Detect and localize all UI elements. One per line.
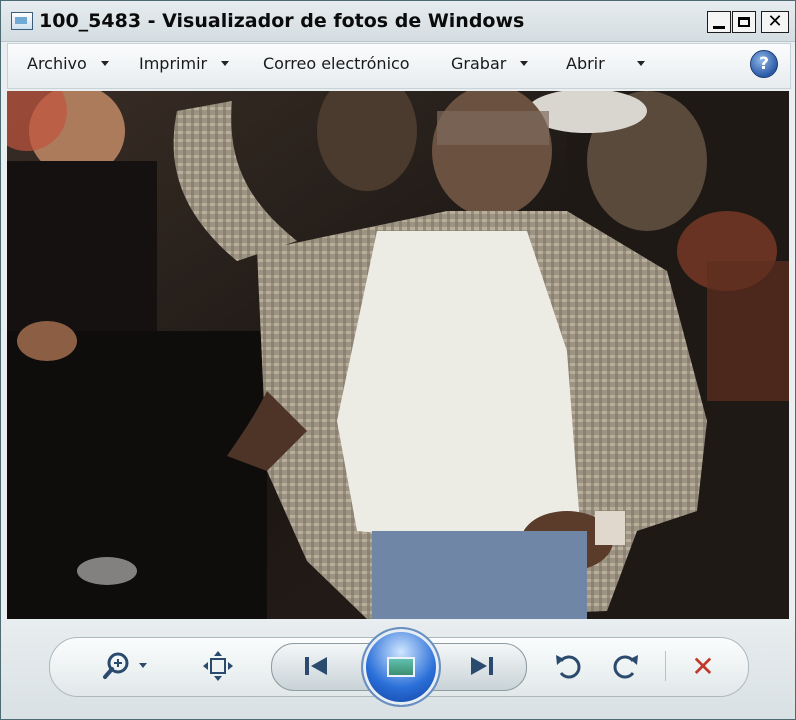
rotate-counterclockwise-icon <box>556 655 581 679</box>
menu-abrir-label: Abrir <box>566 54 605 73</box>
delete-icon: ✕ <box>691 649 715 683</box>
chevron-down-icon <box>520 61 529 66</box>
zoom-button[interactable] <box>101 649 153 683</box>
rotate-clockwise-button[interactable] <box>609 649 643 683</box>
photo-viewer-window: 100_5483 - Visualizador de fotos de Wind… <box>0 0 796 720</box>
delete-button[interactable]: ✕ <box>685 649 721 683</box>
command-bar: Archivo Imprimir Correo electrónico Grab… <box>7 43 791 89</box>
rotate-counterclockwise-button[interactable] <box>551 649 585 683</box>
actual-size-button[interactable] <box>199 649 237 683</box>
window-title: 100_5483 - Visualizador de fotos de Wind… <box>39 10 525 32</box>
toolbar-separator <box>665 651 666 681</box>
actual-size-icon <box>203 651 233 681</box>
title-bar[interactable]: 100_5483 - Visualizador de fotos de Wind… <box>1 1 795 42</box>
menu-grabar-label: Grabar <box>451 54 507 73</box>
chevron-down-icon <box>221 61 230 66</box>
minimize-button[interactable] <box>707 11 731 33</box>
maximize-button[interactable] <box>732 11 756 33</box>
help-icon[interactable]: ? <box>750 50 778 78</box>
previous-button[interactable] <box>287 649 347 683</box>
menu-archivo[interactable]: Archivo <box>27 54 109 73</box>
rotate-clockwise-icon <box>613 655 638 679</box>
photo-display[interactable] <box>7 91 789 619</box>
slideshow-button[interactable] <box>361 627 441 707</box>
magnifier-zoom-icon <box>103 652 147 679</box>
menu-archivo-label: Archivo <box>27 54 87 73</box>
menu-imprimir-label: Imprimir <box>139 54 208 73</box>
menu-imprimir[interactable]: Imprimir <box>139 54 230 73</box>
minimize-icon <box>713 25 725 29</box>
previous-icon <box>305 657 327 675</box>
photo-image <box>7 91 789 619</box>
menu-grabar[interactable]: Grabar <box>451 54 529 73</box>
slideshow-icon <box>387 657 415 677</box>
next-icon <box>471 657 493 675</box>
menu-correo-electronico[interactable]: Correo electrónico <box>263 54 410 73</box>
menu-abrir[interactable]: Abrir <box>566 54 645 73</box>
next-button[interactable] <box>451 649 511 683</box>
menu-correo-label: Correo electrónico <box>263 54 410 73</box>
chevron-down-icon <box>100 61 109 66</box>
maximize-icon <box>738 17 750 27</box>
photo-viewer-app-icon[interactable] <box>11 12 33 30</box>
close-icon: ✕ <box>767 11 783 32</box>
chevron-down-icon <box>636 61 645 66</box>
close-button[interactable]: ✕ <box>761 11 789 33</box>
